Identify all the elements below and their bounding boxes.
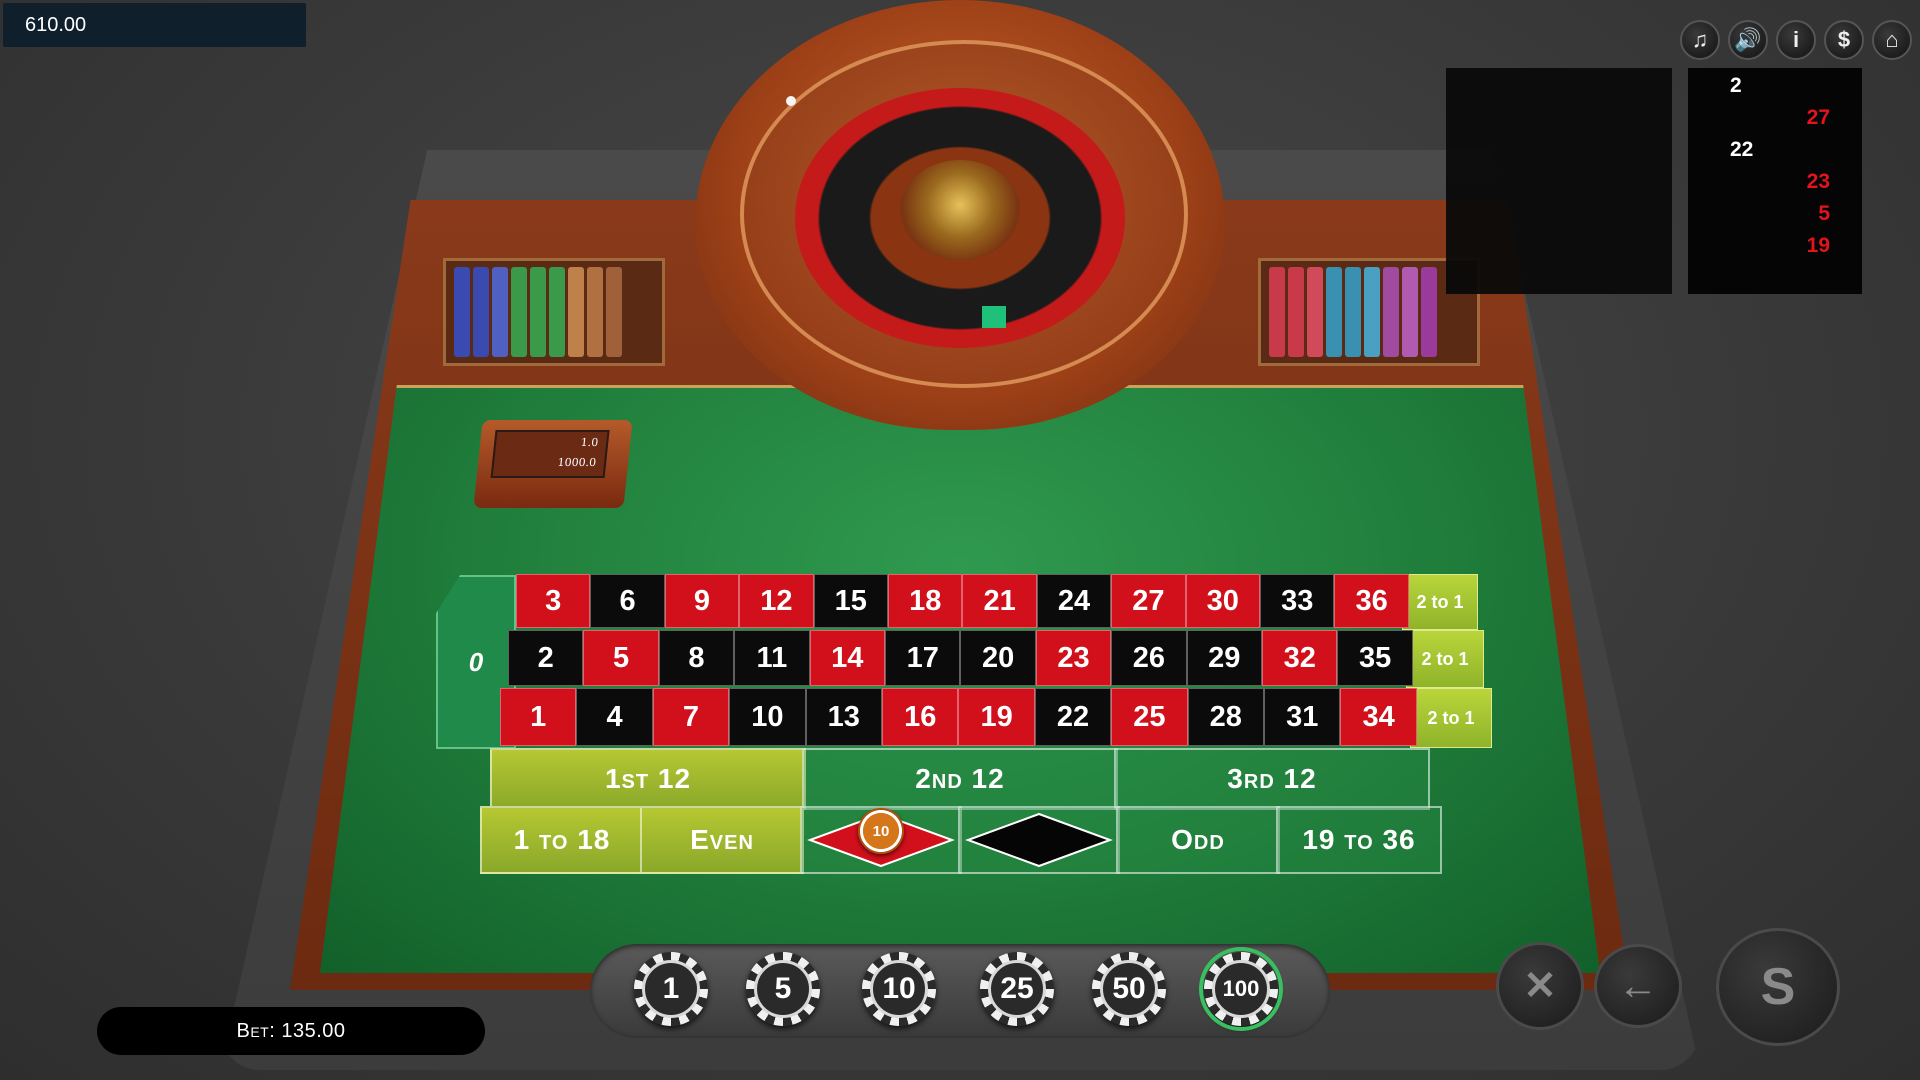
number-cell-6[interactable]: 6 <box>590 574 665 628</box>
chip-50-button[interactable]: 50 <box>1092 952 1166 1026</box>
dozen-1st[interactable]: 1st 12 <box>490 748 806 810</box>
number-cell-23[interactable]: 23 <box>1035 630 1112 686</box>
low-bet[interactable]: 1 to 18 <box>480 806 644 874</box>
number-cell-2[interactable]: 2 <box>508 630 584 686</box>
chip-10-button[interactable]: 10 <box>862 952 936 1026</box>
number-cell-7[interactable]: 7 <box>652 688 730 746</box>
undo-button[interactable]: ← <box>1594 944 1682 1028</box>
number-cell-5[interactable]: 5 <box>583 630 659 686</box>
number-cell-31[interactable]: 31 <box>1264 688 1341 746</box>
number-cell-32[interactable]: 32 <box>1262 630 1338 686</box>
number-cell-1[interactable]: 1 <box>500 688 577 746</box>
chip-value: 1 <box>642 960 700 1018</box>
number-cell-28[interactable]: 28 <box>1187 688 1264 746</box>
number-cell-25[interactable]: 25 <box>1111 688 1188 746</box>
dozen-2nd[interactable]: 2nd 12 <box>802 748 1118 810</box>
even-bet[interactable]: Even <box>640 806 804 874</box>
number-cell-27[interactable]: 27 <box>1111 574 1186 628</box>
spin-button[interactable]: S <box>1716 928 1840 1046</box>
placed-chip[interactable]: 10 <box>858 808 904 854</box>
number-cell-24[interactable]: 24 <box>1036 574 1112 628</box>
number-cell-34[interactable]: 34 <box>1340 688 1417 746</box>
number-cell-18[interactable]: 18 <box>888 574 963 628</box>
black-diamond-icon <box>965 812 1113 868</box>
chip-value: 5 <box>754 960 812 1018</box>
number-cell-4[interactable]: 4 <box>576 688 653 746</box>
number-cell-22[interactable]: 22 <box>1034 688 1112 746</box>
number-cell-35[interactable]: 35 <box>1337 630 1413 686</box>
number-cell-30[interactable]: 30 <box>1185 574 1260 628</box>
number-cell-3[interactable]: 3 <box>516 574 591 628</box>
chip-1-button[interactable]: 1 <box>634 952 708 1026</box>
column-bet-top[interactable]: 2 to 1 <box>1402 574 1478 630</box>
black-bet[interactable] <box>958 806 1120 874</box>
chip-value: 100 <box>1212 960 1270 1018</box>
number-cell-29[interactable]: 29 <box>1186 630 1262 686</box>
number-cell-13[interactable]: 13 <box>805 688 882 746</box>
number-cell-11[interactable]: 11 <box>734 630 810 686</box>
betting-layout: 0 2 to 1 2 to 1 2 to 1 1st 12 2nd 12 3rd… <box>0 0 1920 1080</box>
number-cell-33[interactable]: 33 <box>1260 574 1335 628</box>
number-cell-21[interactable]: 21 <box>962 574 1037 628</box>
number-cell-26[interactable]: 26 <box>1111 630 1187 686</box>
number-cell-8[interactable]: 8 <box>658 630 735 686</box>
chip-100-button[interactable]: 100 <box>1199 947 1283 1031</box>
number-cell-12[interactable]: 12 <box>739 574 814 628</box>
number-cell-17[interactable]: 17 <box>885 630 961 686</box>
high-bet[interactable]: 19 to 36 <box>1276 806 1442 874</box>
dozen-3rd[interactable]: 3rd 12 <box>1114 748 1430 810</box>
column-bet-bottom[interactable]: 2 to 1 <box>1410 688 1492 748</box>
number-cell-14[interactable]: 14 <box>809 630 885 686</box>
number-cell-15[interactable]: 15 <box>813 574 888 628</box>
chip-25-button[interactable]: 25 <box>980 952 1054 1026</box>
number-cell-19[interactable]: 19 <box>958 688 1035 746</box>
chip-5-button[interactable]: 5 <box>746 952 820 1026</box>
chip-value: 50 <box>1100 960 1158 1018</box>
bet-total: Bet: 135.00 <box>97 1007 485 1055</box>
chip-value: 25 <box>988 960 1046 1018</box>
odd-bet[interactable]: Odd <box>1116 806 1280 874</box>
chip-value: 10 <box>870 960 928 1018</box>
column-bet-middle[interactable]: 2 to 1 <box>1406 630 1484 688</box>
number-cell-36[interactable]: 36 <box>1334 574 1409 628</box>
clear-bets-button[interactable]: ✕ <box>1496 942 1584 1030</box>
number-cell-10[interactable]: 10 <box>729 688 806 746</box>
number-cell-9[interactable]: 9 <box>664 574 740 628</box>
number-cell-20[interactable]: 20 <box>960 630 1036 686</box>
number-cell-16[interactable]: 16 <box>882 688 959 746</box>
